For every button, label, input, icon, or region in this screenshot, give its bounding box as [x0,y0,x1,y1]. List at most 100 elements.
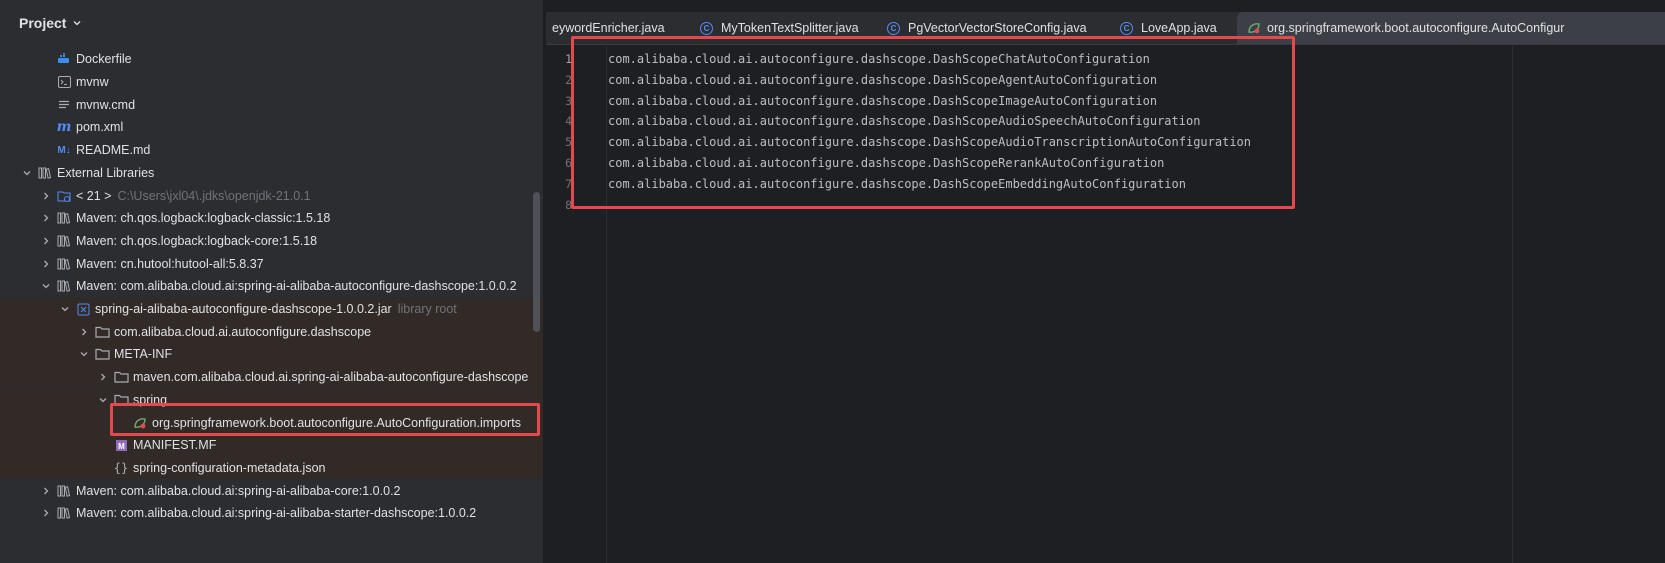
project-panel: Project Dockerfile mvnw mvnw.cmd m pom.xml M↓… [0,0,543,563]
annotation-highlight-box [110,403,540,436]
project-title[interactable]: Project [19,15,66,31]
tree-item[interactable]: Maven: ch.qos.logback:logback-core:1.5.1… [0,230,543,253]
tree-item[interactable]: {} spring-configuration-metadata.json [0,456,543,480]
tree-item-label: External Libraries [57,165,155,180]
tree-item[interactable]: Maven: com.alibaba.cloud.ai:spring-ai-al… [0,479,543,502]
jdk-icon [56,189,72,203]
chevron-right-icon[interactable] [40,507,52,519]
chevron-down-icon[interactable] [21,167,33,179]
chevron-right-icon[interactable] [40,485,52,497]
tree-item-label: Maven: com.alibaba.cloud.ai:spring-ai-al… [76,279,517,294]
tree-item-label: < 21 > [76,188,112,203]
folder-icon [94,325,110,339]
tree-item-label: Maven: cn.hutool:hutool-all:5.8.37 [76,256,264,271]
tree-item-label: Dockerfile [76,52,132,67]
library-icon [56,506,72,520]
chevron-right-icon[interactable] [40,258,52,270]
line-number: 3 [565,93,572,108]
tree-item-hint: library root [397,302,457,317]
chevron-right-icon[interactable] [40,235,52,247]
text-file-icon [56,98,72,112]
tree-item[interactable]: M↓ README.md [0,139,543,162]
tree-item[interactable]: com.alibaba.cloud.ai.autoconfigure.dashs… [0,320,543,344]
chevron-down-icon[interactable] [40,280,52,292]
tree-item[interactable]: Maven: cn.hutool:hutool-all:5.8.37 [0,252,543,275]
tree-item-label: mvnw [76,75,109,90]
tab-label: eywordEnricher.java [552,21,665,35]
chevron-down-icon[interactable] [97,394,109,406]
jar-icon [75,302,91,316]
terminal-file-icon [56,75,72,89]
line-number: 6 [565,156,572,170]
chevron-right-icon[interactable] [40,212,52,224]
tree-item-label: Maven: ch.qos.logback:logback-classic:1.… [76,211,331,226]
library-icon [56,279,72,293]
library-icon [56,211,72,225]
tree-item[interactable]: mvnw [0,71,543,94]
tree-item-label: Maven: com.alibaba.cloud.ai:spring-ai-al… [76,506,477,521]
tree-item[interactable]: META-INF [0,343,543,366]
markdown-icon: M↓ [57,144,71,156]
tree-item-label: pom.xml [76,120,124,135]
library-icon [56,484,72,498]
tree-item-hint: C:\Users\jxl04\.jdks\openjdk-21.0.1 [117,188,311,203]
folder-icon [94,347,110,361]
tree-item-label: com.alibaba.cloud.ai.autoconfigure.dashs… [114,324,372,339]
tree-item[interactable]: External Libraries [0,162,543,185]
tree-item[interactable]: Maven: ch.qos.logback:logback-classic:1.… [0,207,543,230]
tree-item[interactable]: Dockerfile [0,48,543,71]
project-header[interactable]: Project [0,0,543,46]
folder-icon [113,370,129,384]
tree-item-label: spring-ai-alibaba-autoconfigure-dashscop… [95,302,392,317]
spring-icon [1247,22,1261,34]
tab-label: MyTokenTextSplitter.java [721,21,859,35]
maven-icon: m [56,119,72,136]
tree-item-label: maven.com.alibaba.cloud.ai.spring-ai-ali… [133,370,529,385]
tree-item-label: spring-configuration-metadata.json [133,460,326,475]
class-icon: C [887,21,900,35]
line-number: 7 [565,176,572,191]
tree-item-label: MANIFEST.MF [133,438,217,453]
tree-item[interactable]: maven.com.alibaba.cloud.ai.spring-ai-ali… [0,365,543,389]
tab-label: PgVectorVectorStoreConfig.java [908,21,1087,35]
chevron-right-icon[interactable] [78,326,90,338]
tree-item[interactable]: M MANIFEST.MF [0,433,543,457]
tree-item[interactable]: mvnw.cmd [0,93,543,116]
tree-item-label: mvnw.cmd [76,97,136,112]
tree-item[interactable]: Maven: com.alibaba.cloud.ai:spring-ai-al… [0,275,543,298]
tree-scrollbar[interactable] [533,192,540,332]
svg-text:M: M [118,442,125,451]
tree-item[interactable]: spring-ai-alibaba-autoconfigure-dashscop… [0,297,543,321]
docker-icon [56,52,72,66]
class-icon: C [700,21,713,35]
tree-item-label: META-INF [114,347,173,362]
tab-label: org.springframework.boot.autoconfigure.A… [1267,21,1565,35]
chevron-down-icon[interactable] [78,348,90,360]
tree-item[interactable]: < 21 > C:\Users\jxl04\.jdks\openjdk-21.0.… [0,184,543,207]
chevron-down-icon[interactable] [72,18,82,28]
line-number: 8 [565,197,572,212]
class-icon: C [1120,21,1133,35]
chevron-down-icon[interactable] [59,303,71,315]
chevron-right-icon[interactable] [97,371,109,383]
line-number: 4 [565,114,572,129]
annotation-highlight-box [571,36,1295,209]
line-number: 1 [565,52,572,66]
tab-label: LoveApp.java [1141,21,1217,35]
tree-item[interactable]: Maven: com.alibaba.cloud.ai:spring-ai-al… [0,502,543,525]
tree-item[interactable]: m pom.xml [0,116,543,139]
chevron-right-icon[interactable] [40,190,52,202]
library-icon [56,234,72,248]
line-number: 2 [565,72,572,87]
tree-item-label: Maven: ch.qos.logback:logback-core:1.5.1… [76,233,318,248]
tree-item-label: README.md [76,143,151,158]
right-margin-guide [1512,46,1513,563]
library-icon [56,257,72,271]
editor-tab[interactable]: org.springframework.boot.autoconfigure.A… [1237,12,1665,44]
